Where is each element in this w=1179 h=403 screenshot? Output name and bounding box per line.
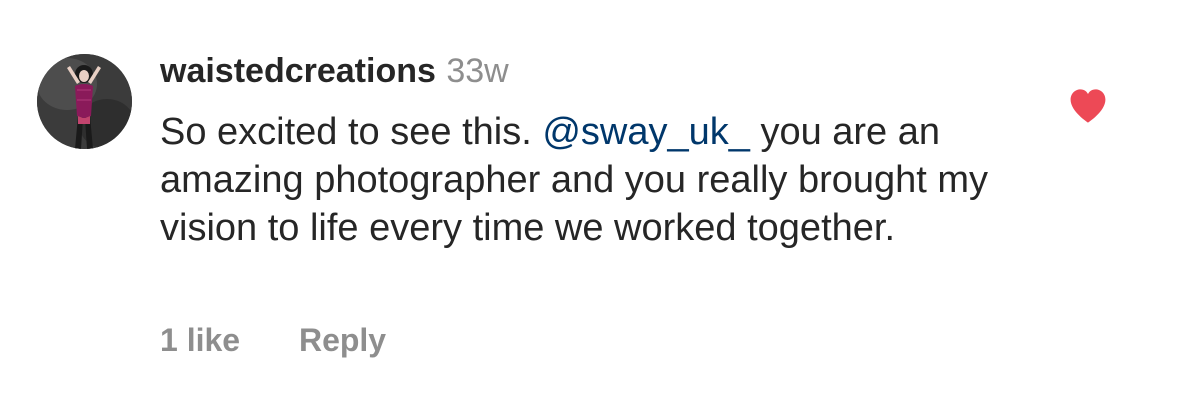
username[interactable]: waistedcreations [160,52,436,90]
comment-header: waistedcreations 33w [160,52,509,92]
reply-button[interactable]: Reply [299,322,386,358]
comment-text: So excited to see this. @sway_uk_ you ar… [160,108,1020,252]
like-button[interactable] [1069,88,1107,124]
comment: waistedcreations 33w So excited to see t… [0,0,1179,403]
timestamp: 33w [446,52,509,90]
mention-link[interactable]: @sway_uk_ [542,111,750,153]
avatar[interactable] [37,54,132,149]
like-count[interactable]: 1 like [160,322,240,358]
comment-footer: 1 like Reply [160,322,386,359]
heart-icon [1070,89,1106,123]
comment-text-before: So excited to see this. [160,111,543,153]
avatar-image [37,54,132,149]
